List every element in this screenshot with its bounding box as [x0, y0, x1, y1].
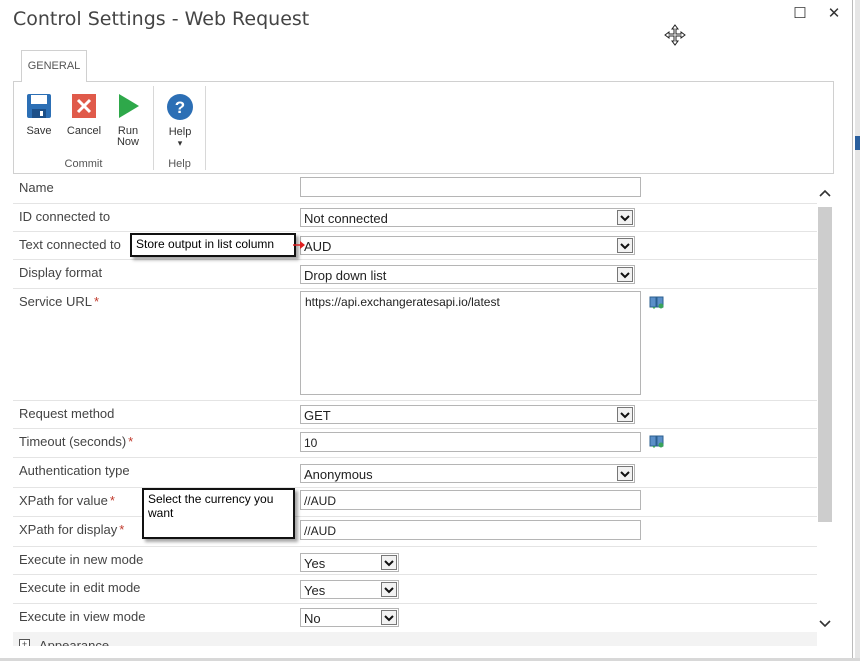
commit-group-label: Commit — [64, 158, 103, 170]
select-value: Drop down list — [304, 268, 387, 283]
help-button[interactable]: ? Help ▾ — [162, 93, 198, 149]
form-row-id-connected: ID connected to Not connected — [13, 203, 817, 232]
required-marker: * — [93, 294, 100, 309]
select-value: Yes — [304, 583, 326, 598]
form-row-xpath-value: XPath for value * //AUD — [13, 487, 817, 517]
help-icon: ? — [167, 94, 193, 120]
field-label: Text connected to — [19, 237, 121, 252]
appearance-label: Appearance — [39, 638, 110, 646]
select-value: Yes — [304, 556, 326, 571]
display-format-select[interactable]: Drop down list — [300, 265, 635, 284]
chevron-down-icon — [381, 610, 397, 625]
select-value: AUD — [304, 239, 332, 254]
scrollbar-thumb[interactable] — [818, 207, 832, 522]
expand-icon[interactable]: + — [19, 639, 30, 646]
help-group-label: Help — [168, 158, 191, 170]
window-title: Control Settings - Web Request — [13, 8, 310, 30]
cancel-label: Cancel — [66, 125, 102, 137]
auth-type-select[interactable]: Anonymous — [300, 464, 635, 483]
form-row-exec-edit: Execute in edit mode Yes — [13, 574, 817, 604]
annotation-arrow-icon — [293, 241, 305, 249]
required-marker: * — [109, 493, 115, 508]
field-label: Display format — [19, 265, 103, 280]
form-row-request-method: Request method GET — [13, 400, 817, 429]
field-label: Service URL * — [19, 294, 100, 309]
field-label: XPath for display * — [19, 522, 125, 537]
field-label: ID connected to — [19, 209, 111, 224]
required-marker: * — [119, 522, 125, 537]
field-label: Name — [19, 180, 54, 195]
form-row-auth-type: Authentication type Anonymous — [13, 457, 817, 488]
xpath-display-input[interactable]: //AUD — [300, 520, 641, 540]
xpath-value-input[interactable]: //AUD — [300, 490, 641, 510]
chevron-down-icon — [381, 582, 397, 597]
annotation-select-currency: Select the currency you want — [142, 488, 295, 539]
move-cursor-icon — [664, 24, 686, 46]
chevron-down-icon[interactable] — [818, 617, 832, 631]
exec-view-select[interactable]: No — [300, 608, 399, 627]
form-row-name: Name — [13, 174, 817, 204]
save-label: Save — [26, 125, 52, 137]
select-value: Not connected — [304, 211, 388, 226]
cancel-icon — [72, 94, 96, 118]
field-label: Execute in new mode — [19, 552, 144, 567]
form-row-display-format: Display format Drop down list — [13, 259, 817, 289]
service-url-textarea[interactable]: https://api.exchangeratesapi.io/latest — [300, 291, 641, 395]
run-icon — [119, 94, 139, 118]
window-border — [852, 0, 853, 661]
field-label: Execute in edit mode — [19, 580, 141, 595]
close-icon[interactable]: ✕ — [825, 5, 843, 23]
form-scrollbar[interactable] — [817, 174, 833, 644]
lookup-book-icon[interactable] — [649, 434, 665, 448]
form-row-exec-view: Execute in view mode No — [13, 603, 817, 631]
help-label: Help — [168, 126, 192, 138]
select-value: No — [304, 611, 321, 626]
chevron-down-icon — [617, 238, 633, 253]
chevron-down-icon — [617, 466, 633, 481]
run-now-button[interactable]: Run Now — [111, 93, 145, 148]
timeout-input[interactable]: 10 — [300, 432, 641, 452]
ribbon-separator — [205, 86, 206, 170]
text-connected-select[interactable]: AUD — [300, 236, 635, 255]
appearance-section-header[interactable]: + Appearance — [13, 632, 817, 646]
field-label: Authentication type — [19, 463, 130, 478]
lookup-book-icon[interactable] — [649, 295, 665, 309]
run-label-line2: Now — [116, 136, 139, 148]
form-row-timeout: Timeout (seconds) * 10 — [13, 428, 817, 458]
chevron-down-icon — [617, 267, 633, 282]
annotation-store-output: Store output in list column — [130, 233, 296, 257]
svg-text:?: ? — [175, 98, 185, 117]
chevron-down-icon — [381, 555, 397, 570]
field-label: Request method — [19, 406, 115, 421]
ribbon: Save Cancel Run Now Commit ? Help ▾ Help — [13, 81, 834, 174]
chevron-down-icon — [617, 407, 633, 422]
request-method-select[interactable]: GET — [300, 405, 635, 424]
cancel-button[interactable]: Cancel — [65, 93, 103, 137]
chevron-down-icon — [617, 210, 633, 225]
form-row-xpath-display: XPath for display * //AUD — [13, 516, 817, 547]
save-icon — [27, 94, 51, 118]
maximize-icon[interactable]: ☐ — [791, 5, 809, 23]
field-label: XPath for value * — [19, 493, 115, 508]
background-accent — [855, 136, 860, 150]
form-row-service-url: Service URL * https://api.exchangeratesap… — [13, 288, 817, 401]
save-button[interactable]: Save — [22, 93, 56, 137]
exec-new-select[interactable]: Yes — [300, 553, 399, 572]
select-value: GET — [304, 408, 331, 423]
exec-edit-select[interactable]: Yes — [300, 580, 399, 599]
form-row-exec-new: Execute in new mode Yes — [13, 546, 817, 575]
background-page-strip — [855, 0, 860, 661]
chevron-up-icon[interactable] — [818, 186, 832, 200]
select-value: Anonymous — [304, 467, 373, 482]
tab-general[interactable]: GENERAL — [21, 50, 87, 82]
name-input[interactable] — [300, 177, 641, 197]
id-connected-select[interactable]: Not connected — [300, 208, 635, 227]
field-label: Execute in view mode — [19, 609, 146, 624]
chevron-down-icon: ▾ — [177, 138, 183, 148]
required-marker: * — [128, 434, 134, 449]
field-label: Timeout (seconds) * — [19, 434, 134, 449]
